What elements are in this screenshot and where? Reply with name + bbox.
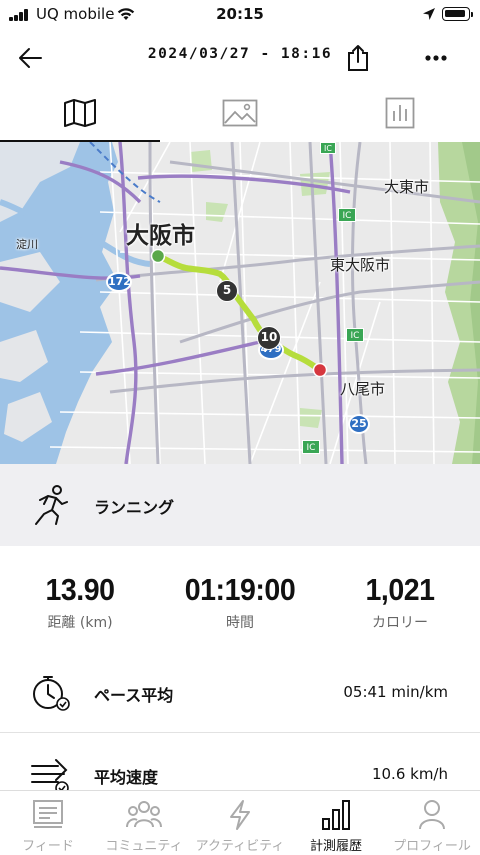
nav-activity-label: アクティビティ bbox=[195, 839, 285, 854]
map-label-yao: 八尾市 bbox=[340, 380, 386, 398]
history-bars-icon bbox=[322, 800, 350, 830]
tab-photos[interactable] bbox=[160, 84, 320, 142]
time-value: 01:19:00 bbox=[184, 572, 296, 607]
nav-history-label: 計測履歴 bbox=[309, 839, 362, 854]
nav-feed-label: フィード bbox=[22, 839, 74, 854]
nav-history[interactable]: 計測履歴 bbox=[288, 791, 384, 855]
bar-chart-icon bbox=[385, 97, 415, 129]
community-icon bbox=[126, 801, 162, 828]
interchange-badge: IC bbox=[346, 328, 364, 342]
share-icon bbox=[348, 45, 368, 71]
nav-community-label: コミュニティ bbox=[105, 839, 183, 854]
stat-time: 01:19:00 時間 bbox=[160, 572, 320, 632]
calories-caption: カロリー bbox=[372, 615, 428, 631]
profile-icon bbox=[419, 800, 445, 830]
status-bar: UQ mobile 20:15 bbox=[0, 0, 480, 30]
map-label-yodogawa: 淀川 bbox=[16, 238, 38, 251]
stat-distance: 13.90 距離 (km) bbox=[0, 572, 160, 632]
speed-label: 平均速度 bbox=[94, 768, 159, 787]
route-25-shield: 25 bbox=[348, 414, 370, 434]
activity-type-label: ランニング bbox=[94, 498, 175, 517]
more-dots-icon bbox=[425, 55, 447, 61]
interchange-badge: IC bbox=[302, 440, 320, 454]
time-caption: 時間 bbox=[226, 615, 254, 631]
stopwatch-icon bbox=[33, 676, 70, 711]
nav-community[interactable]: コミュニティ bbox=[96, 791, 192, 855]
battery-icon bbox=[442, 7, 473, 21]
photo-icon bbox=[222, 99, 258, 127]
pace-label: ペース平均 bbox=[94, 686, 174, 705]
tab-map[interactable] bbox=[0, 84, 160, 142]
nav-profile[interactable]: プロフィール bbox=[384, 791, 480, 855]
tab-charts[interactable] bbox=[320, 84, 480, 142]
activity-type-row: ランニング bbox=[0, 464, 480, 546]
lightning-icon bbox=[230, 800, 250, 830]
distance-caption: 距離 (km) bbox=[47, 615, 113, 631]
map-icon bbox=[64, 99, 96, 127]
feed-icon bbox=[33, 800, 63, 828]
page-title: 2024/03/27 - 18:16 bbox=[147, 46, 333, 62]
interchange-badge: IC bbox=[338, 208, 356, 222]
nav-feed[interactable]: フィード bbox=[0, 791, 96, 855]
distance-marker-5km: 5 bbox=[216, 280, 238, 302]
running-person-icon bbox=[35, 485, 68, 525]
distance-marker-10km: 10 bbox=[257, 326, 281, 350]
route-172-shield: 172 bbox=[106, 272, 132, 292]
calories-value: 1,021 bbox=[365, 572, 435, 607]
stat-calories: 1,021 カロリー bbox=[320, 572, 480, 632]
divider bbox=[0, 732, 480, 733]
bottom-navigation: フィード コミュニティ アクティビティ 計測履歴 プロフィール bbox=[0, 790, 480, 854]
speed-value: 10.6 km/h bbox=[371, 765, 448, 783]
view-tabs bbox=[0, 84, 480, 142]
more-options-button[interactable] bbox=[416, 38, 456, 78]
route-start-marker bbox=[150, 248, 166, 264]
map-label-osaka: 大阪市 bbox=[126, 223, 195, 249]
location-arrow-icon bbox=[423, 8, 435, 20]
interchange-badge: IC bbox=[320, 142, 336, 154]
header: 2024/03/27 - 18:16 bbox=[0, 30, 480, 84]
distance-value: 13.90 bbox=[45, 572, 115, 607]
map-label-higashiosaka: 東大阪市 bbox=[330, 256, 391, 274]
route-end-marker bbox=[312, 362, 328, 378]
share-button[interactable] bbox=[338, 38, 378, 78]
route-map[interactable]: 172 479 25 IC IC IC IC 5 10 大阪市 大東市 東大阪市… bbox=[0, 142, 480, 464]
metric-pace-row: ペース平均 05:41 min/km bbox=[0, 660, 480, 726]
clock: 20:15 bbox=[216, 5, 264, 23]
nav-profile-label: プロフィール bbox=[393, 839, 471, 854]
pace-value: 05:41 min/km bbox=[343, 683, 448, 701]
nav-activity[interactable]: アクティビティ bbox=[192, 791, 288, 855]
map-label-daito: 大東市 bbox=[384, 178, 430, 196]
